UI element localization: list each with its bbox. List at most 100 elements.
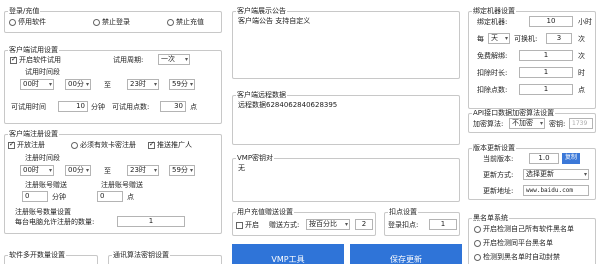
register-period-title: 注册时间段 [25,154,60,162]
bind-deduct-time-input[interactable]: 1 [519,67,573,78]
recharge-gift-open-checkbox[interactable] [236,222,243,229]
version-url-input[interactable]: www.baidu.com [523,185,589,196]
bind-deduct-time-label: 扣除时长: [477,69,508,77]
bind-free-label: 免费解绑: [477,52,508,60]
remote-group-title: 客户端远程数据 [236,91,287,100]
deduct-login-input[interactable]: 1 [429,219,457,230]
bind-deduct-points-unit: 点 [578,86,585,94]
version-mode-select[interactable]: 选择更新 [523,169,589,180]
api-algo-label: 加密算法: [473,120,504,128]
api-key-label: 密钥: [549,120,566,128]
notice-group: 客户端展示公告 客户端公告 支持自定义 [232,7,460,79]
register-start-hour-select[interactable]: 00时 [20,165,54,176]
trial-points-unit: 点 [190,103,197,111]
bind-allow-input[interactable]: 3 [546,33,572,44]
trial-start-hour-select[interactable]: 00时 [20,79,54,90]
recharge-gift-group-title: 用户充值赠送设置 [236,208,294,217]
register-must-recharge-radio[interactable] [71,142,78,149]
blacklist-own-label: 开启检测自己所有软件黑名单 [483,225,574,233]
trial-end-hour-select[interactable]: 23时 [127,79,159,90]
trial-end-min-select[interactable]: 59分 [169,79,195,90]
blacklist-auto-ban-label: 检测到黑名单时自动封禁 [483,253,560,261]
register-limit-input[interactable]: 1 [117,216,185,227]
trial-points-input[interactable]: 30 [160,101,186,112]
version-current-label: 当前版本: [483,155,514,163]
radio-no-recharge-label: 禁止充值 [176,18,204,26]
recharge-gift-open-label: 开启 [245,221,259,229]
trial-duration-input[interactable]: 10 [58,101,88,112]
bind-period-input[interactable]: 10 [529,16,573,27]
register-limit-title: 注册账号数量设置 [15,208,71,216]
login-group: 登录/充值 停用软件 禁止登录 禁止充值 [4,7,222,33]
register-promoter-label: 推送推广人 [157,141,192,149]
trial-period-title: 试用时间段 [25,68,60,76]
blacklist-own-radio[interactable] [474,226,481,233]
login-group-title: 登录/充值 [8,7,41,16]
deduct-login-label: 登录扣点: [388,221,419,229]
register-gift-time-input[interactable]: 0 [22,191,48,202]
bind-every-select[interactable]: 天 [488,33,510,44]
register-to-label: 至 [104,167,111,175]
register-start-min-select[interactable]: 00分 [65,165,91,176]
version-group-title: 版本更新设置 [472,144,516,153]
trial-start-min-select[interactable]: 00分 [65,79,91,90]
register-end-hour-select[interactable]: 23时 [127,165,159,176]
api-group-title: API接口数据加密算法设置 [472,109,556,118]
bind-free-input[interactable]: 1 [519,50,573,61]
trial-group: 客户端试用设置 开启软件试用 试用周期: 一次 试用时间段 00时 00分 至 … [4,46,222,124]
bind-deduct-points-label: 扣除点数: [477,86,508,94]
trial-minute-unit: 分钟 [91,103,105,111]
register-open-checkbox[interactable] [8,140,15,149]
register-gift-time-unit: 分钟 [52,193,66,201]
trial-cycle-select[interactable]: 一次 [158,54,190,65]
remote-textarea[interactable]: 远程数据6284062840628395 [236,100,456,142]
recharge-gift-group: 用户充值赠送设置 开启 赠送方式: 按百分比 2 [232,208,376,236]
radio-no-login[interactable] [93,19,100,26]
comm-key-group-title: 通讯算法密钥设置 [112,251,170,260]
register-open-label: 开放注册 [17,141,45,149]
radio-stop-software[interactable] [9,19,16,26]
register-gift-points-unit: 点 [127,193,134,201]
trial-enable-checkbox[interactable] [10,55,17,64]
blacklist-platform-radio[interactable] [474,240,481,247]
bind-period-label: 绑定机器: [477,18,508,26]
version-copy-button[interactable]: 复制 [562,153,580,164]
api-key-input[interactable]: 1739 [569,118,593,129]
notice-textarea[interactable]: 客户端公告 支持自定义 [236,16,456,76]
deduct-group: 扣点设置 登录扣点: 1 [384,208,460,236]
version-mode-label: 更新方式: [483,171,514,179]
register-gift-points-label: 注册账号赠送 [101,181,143,189]
register-promoter-checkbox[interactable] [148,140,155,149]
multi-open-group-title: 软件多开数量设置 [8,251,66,260]
register-gift-points-input[interactable]: 0 [97,191,123,202]
version-current-input[interactable]: 1.0 [529,153,559,164]
recharge-gift-mode-select[interactable]: 按百分比 [306,219,350,230]
save-update-button[interactable]: 保存更新 [350,244,462,264]
version-group: 版本更新设置 当前版本: 1.0 复制 更新方式: 选择更新 更新地址: www… [468,144,596,200]
radio-no-recharge[interactable] [167,19,174,26]
trial-to-label: 至 [104,81,111,89]
api-algo-select[interactable]: 不加密 [509,118,545,129]
trial-points-label: 可试用点数: [112,103,150,111]
vmp-tool-button[interactable]: VMP工具 [232,244,344,264]
vmp-textarea[interactable]: 无 [236,163,456,199]
bind-deduct-time-unit: 时 [578,69,585,77]
vmp-group: VMP密钥对 无 [232,154,460,202]
recharge-gift-value-input[interactable]: 2 [355,219,373,230]
notice-group-title: 客户端展示公告 [236,7,287,16]
vmp-group-title: VMP密钥对 [236,154,275,163]
blacklist-group-title: 黑名单系统 [472,214,509,223]
trial-duration-label: 可试用时间 [11,103,46,111]
bind-deduct-points-input[interactable]: 1 [519,84,573,95]
bind-period-unit: 小时 [578,18,592,26]
comm-key-group: 通讯算法密钥设置 [108,251,222,264]
blacklist-auto-ban-radio[interactable] [474,254,481,261]
register-limit-label: 每台电脑允许注册的数量: [15,218,95,226]
register-end-min-select[interactable]: 59分 [169,165,195,176]
blacklist-group: 黑名单系统 开启检测自己所有软件黑名单 开启检测同平台黑名单 检测到黑名单时自动… [468,214,596,264]
recharge-gift-mode-label: 赠送方式: [269,221,300,229]
blacklist-platform-label: 开启检测同平台黑名单 [483,239,553,247]
bind-group: 绑定机器设置 绑定机器: 10 小时 每 天 可换机: 3 次 免费解绑: 1 … [468,7,596,109]
multi-open-group: 软件多开数量设置 [4,251,98,264]
bind-group-title: 绑定机器设置 [472,7,516,16]
